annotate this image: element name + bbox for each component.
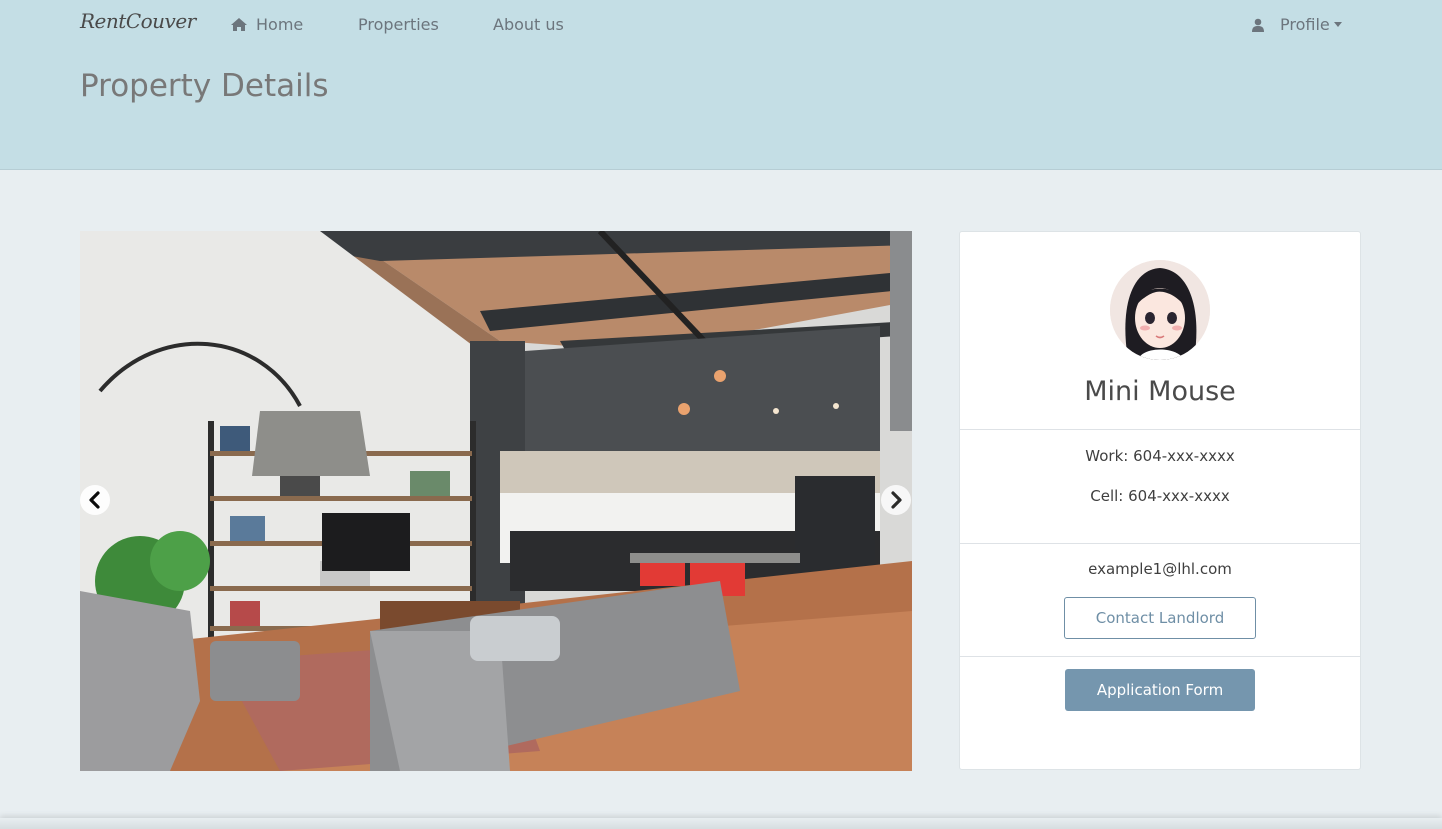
divider	[960, 656, 1360, 657]
cell-phone: Cell: 604-xxx-xxxx	[1090, 487, 1230, 505]
profile-dropdown[interactable]: Profile	[1252, 15, 1342, 34]
landlord-avatar	[1110, 260, 1210, 360]
profile-label: Profile	[1280, 15, 1330, 34]
chevron-left-icon	[89, 491, 100, 509]
nav-about-label: About us	[493, 15, 564, 34]
page-title: Property Details	[80, 68, 329, 104]
contact-landlord-button[interactable]: Contact Landlord	[1064, 597, 1256, 639]
landlord-card: Mini Mouse Work: 604-xxx-xxxx Cell: 604-…	[959, 231, 1361, 770]
footer-edge	[0, 818, 1442, 829]
divider	[960, 429, 1360, 430]
nav-about[interactable]: About us	[493, 15, 564, 34]
top-header: RentCouver Home Properties About us Prof…	[0, 0, 1442, 170]
work-phone: Work: 604-xxx-xxxx	[1085, 447, 1235, 465]
brand-logo[interactable]: RentCouver	[80, 9, 196, 33]
home-icon	[231, 18, 247, 31]
landlord-name: Mini Mouse	[1084, 376, 1236, 407]
carousel-next-button[interactable]	[881, 485, 911, 515]
carousel-prev-button[interactable]	[80, 485, 110, 515]
application-form-button[interactable]: Application Form	[1065, 669, 1255, 711]
property-image-carousel[interactable]	[80, 231, 912, 771]
nav-properties[interactable]: Properties	[358, 15, 439, 34]
nav-home-label: Home	[256, 15, 304, 34]
caret-down-icon	[1333, 22, 1342, 27]
user-icon	[1252, 18, 1264, 32]
chevron-right-icon	[891, 491, 902, 509]
nav-properties-label: Properties	[358, 15, 439, 34]
property-photo	[80, 231, 912, 771]
landlord-email: example1@lhl.com	[1088, 560, 1232, 578]
nav-home[interactable]: Home	[230, 15, 303, 34]
divider	[960, 543, 1360, 544]
